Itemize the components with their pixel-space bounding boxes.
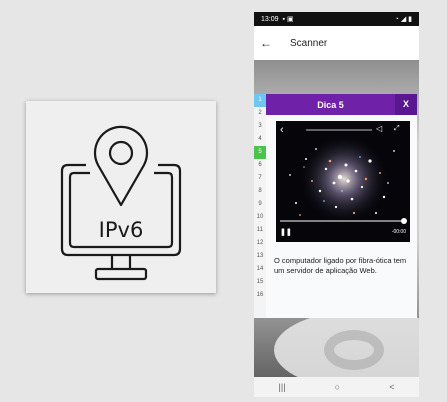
app-title: Scanner bbox=[290, 37, 328, 49]
recents-icon[interactable]: ||| bbox=[279, 382, 286, 392]
video-player[interactable]: ‹ ◁ ⤢ ❚❚ -00:00 bbox=[276, 121, 410, 242]
close-button[interactable]: X bbox=[395, 94, 417, 115]
line-number: 11 bbox=[256, 227, 264, 233]
app-bar: ← Scanner bbox=[254, 26, 419, 60]
pause-icon[interactable]: ❚❚ bbox=[280, 228, 292, 236]
nav-back-icon[interactable]: < bbox=[389, 382, 394, 392]
dica-header: Dica 5 X bbox=[266, 94, 417, 115]
line-number: 10 bbox=[256, 214, 264, 220]
line-number: 13 bbox=[256, 253, 264, 259]
ipv6-monitor-icon: IPv6 bbox=[60, 125, 182, 281]
notification-icons: ▪ ▣ bbox=[282, 16, 294, 23]
line-number: 8 bbox=[258, 188, 262, 194]
line-number: 15 bbox=[256, 279, 264, 285]
line-number: 14 bbox=[256, 266, 264, 272]
line-number: 4 bbox=[258, 136, 262, 142]
status-bar: 13:09 ▪ ▣ ◔ ◢ ▮ bbox=[254, 12, 419, 26]
back-arrow-icon[interactable]: ← bbox=[260, 36, 276, 50]
line-number: 16 bbox=[256, 292, 264, 298]
video-back-icon[interactable]: ‹ bbox=[280, 124, 284, 136]
line-number: 7 bbox=[258, 175, 262, 181]
signal-battery-icons: ◔ ◢ ▮ bbox=[394, 16, 412, 23]
phone-screen: 13:09 ▪ ▣ ◔ ◢ ▮ ← Scanner 1 2 3 4 5 6 7 … bbox=[254, 12, 419, 397]
star-cluster-image bbox=[276, 121, 410, 242]
line-number-column: 1 2 3 4 5 6 7 8 9 10 11 12 13 14 15 16 bbox=[254, 94, 266, 318]
status-time: 13:09 bbox=[261, 15, 279, 23]
home-icon[interactable]: ○ bbox=[335, 382, 340, 392]
line-number: 2 bbox=[258, 110, 262, 116]
line-number: 12 bbox=[256, 240, 264, 246]
ipv6-label: IPv6 bbox=[99, 218, 144, 242]
dica-text: O computador ligado por fibra-ótica tem … bbox=[274, 256, 407, 275]
line-number: 5 bbox=[254, 146, 266, 159]
ipv6-image-card: IPv6 bbox=[26, 101, 216, 293]
dica-title: Dica 5 bbox=[317, 99, 344, 110]
line-number: 1 bbox=[254, 94, 266, 107]
fullscreen-icon[interactable]: ⤢ bbox=[394, 125, 400, 133]
line-number: 6 bbox=[258, 162, 262, 168]
camera-blur-ring bbox=[324, 330, 384, 370]
system-nav-bar: ||| ○ < bbox=[254, 377, 419, 397]
line-number: 3 bbox=[258, 123, 262, 129]
video-time: -00:00 bbox=[391, 229, 406, 235]
volume-icon[interactable]: ◁ bbox=[376, 124, 382, 133]
line-number: 9 bbox=[258, 201, 262, 207]
dica-panel: Dica 5 X ‹ ◁ ⤢ ❚❚ -00:00 O computador li… bbox=[266, 94, 417, 318]
